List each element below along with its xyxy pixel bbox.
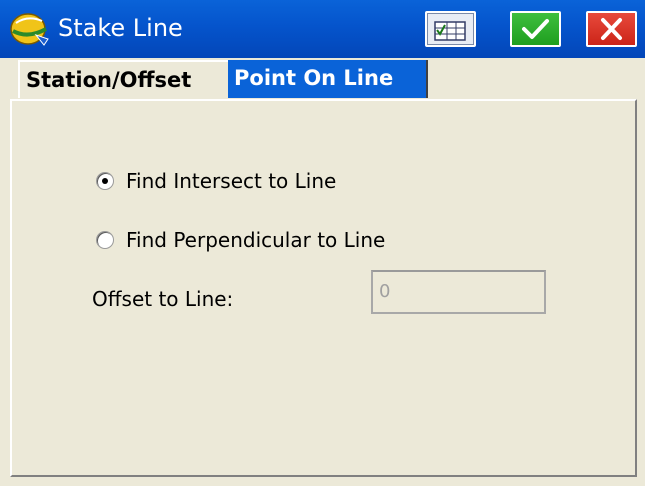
- find-perpendicular-radio[interactable]: [96, 231, 114, 249]
- offset-to-line-label: Offset to Line:: [92, 287, 234, 311]
- helmet-icon: [8, 9, 52, 49]
- find-intersect-option[interactable]: Find Intersect to Line: [96, 167, 416, 197]
- tab-point-on-line[interactable]: Point On Line: [228, 60, 428, 98]
- stake-line-window: Stake Line Station/Offset Point On Line …: [0, 0, 645, 486]
- tab-station-offset[interactable]: Station/Offset: [18, 60, 228, 98]
- find-perpendicular-label: Find Perpendicular to Line: [126, 228, 386, 252]
- close-button[interactable]: [586, 11, 637, 47]
- find-intersect-label: Find Intersect to Line: [126, 169, 337, 193]
- window-title: Stake Line: [58, 14, 183, 42]
- find-perpendicular-option[interactable]: Find Perpendicular to Line: [96, 226, 476, 256]
- ok-button[interactable]: [510, 11, 561, 47]
- find-intersect-radio[interactable]: [96, 172, 114, 190]
- title-bar: Stake Line: [0, 0, 645, 58]
- point-on-line-panel: Find Intersect to Line Find Perpendicula…: [10, 99, 637, 477]
- grid-view-button[interactable]: [425, 11, 476, 47]
- offset-to-line-field[interactable]: 0: [371, 270, 546, 314]
- radio-selected-dot: [102, 178, 108, 184]
- tab-strip: Station/Offset Point On Line: [0, 58, 645, 100]
